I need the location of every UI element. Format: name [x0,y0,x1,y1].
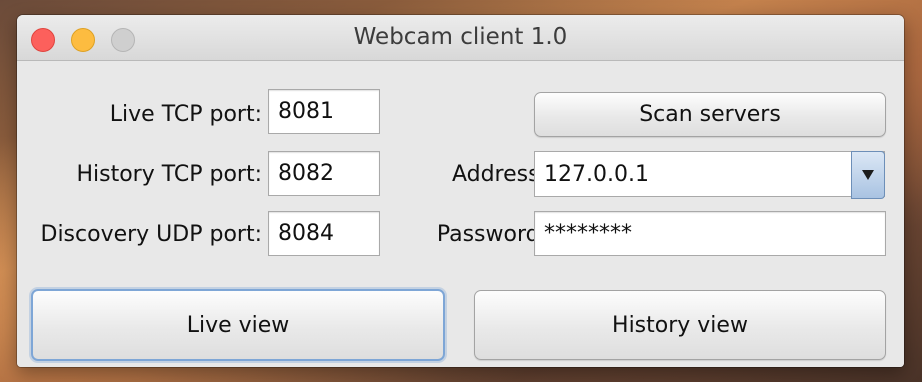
password-label: Password: [436,222,547,247]
history-tcp-port-label: History TCP port: [76,162,262,187]
window-title: Webcam client 1.0 [353,24,568,50]
live-view-button[interactable]: Live view [31,289,445,361]
webcam-client-window: Webcam client 1.0 Live TCP port: History… [17,15,904,367]
discovery-udp-port-label: Discovery UDP port: [40,222,263,247]
history-view-label: History view [612,312,748,338]
live-tcp-port-label: Live TCP port: [109,102,262,127]
address-dropdown[interactable]: 127.0.0.1 [534,151,885,199]
address-value: 127.0.0.1 [544,161,649,187]
scan-servers-label: Scan servers [639,102,781,127]
history-view-button[interactable]: History view [474,290,886,360]
password-field[interactable] [534,211,886,256]
live-view-label: Live view [186,312,290,338]
main-panel: Live TCP port: History TCP port: Discove… [17,61,904,367]
dropdown-arrow-button[interactable] [851,151,885,199]
address-label: Address: [451,162,547,187]
history-tcp-port-field[interactable] [268,151,380,196]
title-bar: Webcam client 1.0 [17,15,904,61]
discovery-udp-port-field[interactable] [268,211,380,256]
live-tcp-port-field[interactable] [268,89,380,134]
chevron-down-icon [862,170,874,180]
scan-servers-button[interactable]: Scan servers [534,92,886,137]
